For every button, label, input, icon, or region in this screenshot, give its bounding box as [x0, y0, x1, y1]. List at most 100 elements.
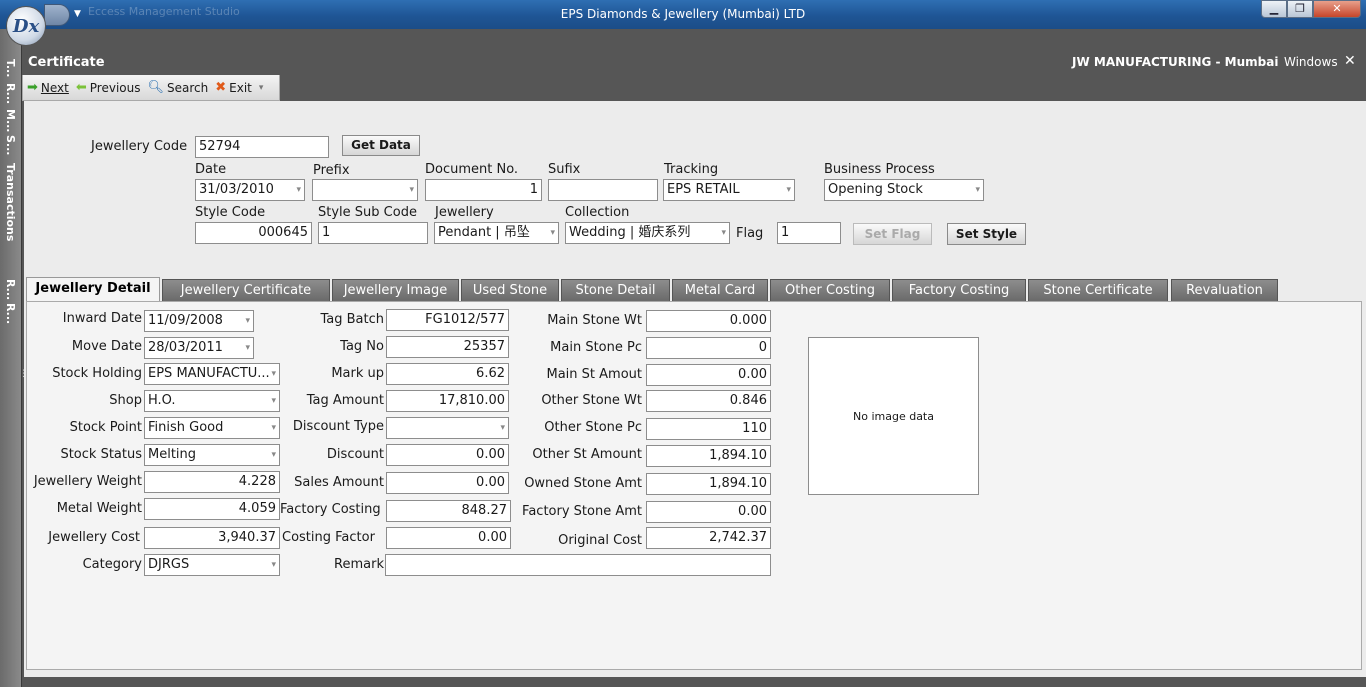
- detail-tabs: Jewellery Detail Jewellery Certificate J…: [26, 277, 1362, 301]
- style-sub-code-input[interactable]: 1: [318, 222, 428, 244]
- tab-used-stone[interactable]: Used Stone: [461, 279, 559, 301]
- quick-access-button[interactable]: [44, 4, 70, 26]
- set-flag-button[interactable]: Set Flag: [853, 223, 932, 245]
- business-process-select[interactable]: Opening Stock: [824, 179, 984, 201]
- costing-factor-label: Costing Factor: [282, 530, 375, 545]
- close-form-icon[interactable]: ✕: [1344, 53, 1356, 69]
- stock-holding-select[interactable]: EPS MANUFACTU...: [144, 363, 280, 385]
- sufix-input[interactable]: [548, 179, 658, 201]
- other-stone-pc-input[interactable]: 110: [646, 418, 771, 440]
- other-stone-pc-label: Other Stone Pc: [544, 420, 642, 435]
- exit-button[interactable]: ✖ Exit: [215, 81, 252, 95]
- exit-x-icon: ✖: [215, 80, 227, 95]
- main-stone-wt-label: Main Stone Wt: [547, 313, 642, 328]
- shop-select[interactable]: H.O.: [144, 390, 280, 412]
- stock-status-select[interactable]: Melting: [144, 444, 280, 466]
- collection-select[interactable]: Wedding | 婚庆系列: [565, 222, 730, 244]
- windows-menu[interactable]: Windows: [1284, 55, 1338, 69]
- sidebar-item-r[interactable]: R...: [4, 83, 17, 104]
- image-placeholder-text: No image data: [853, 409, 934, 423]
- document-no-label: Document No.: [425, 162, 519, 177]
- other-stone-wt-input[interactable]: 0.846: [646, 390, 771, 412]
- sidebar-item-s[interactable]: S...: [4, 135, 17, 155]
- exit-label: Exit: [229, 80, 252, 95]
- jewellery-image-preview[interactable]: No image data: [808, 337, 979, 495]
- jewellery-cost-input[interactable]: 3,940.37: [144, 527, 280, 549]
- style-code-input[interactable]: 000645: [195, 222, 312, 244]
- sales-amount-input[interactable]: 0.00: [386, 472, 509, 494]
- tab-other-costing[interactable]: Other Costing: [770, 279, 890, 301]
- jewellery-weight-label: Jewellery Weight: [33, 474, 142, 489]
- tracking-select[interactable]: EPS RETAIL: [663, 179, 795, 201]
- document-no-input[interactable]: 1: [425, 179, 542, 201]
- maximize-button[interactable]: ❐: [1287, 0, 1313, 18]
- category-select[interactable]: DJRGS: [144, 554, 280, 576]
- flag-input[interactable]: 1: [777, 222, 841, 244]
- date-picker[interactable]: 31/03/2010: [195, 179, 305, 201]
- tab-stone-detail[interactable]: Stone Detail: [561, 279, 670, 301]
- tab-stone-certificate[interactable]: Stone Certificate: [1028, 279, 1168, 301]
- tab-jewellery-image[interactable]: Jewellery Image: [332, 279, 459, 301]
- minimize-button[interactable]: ▁: [1261, 0, 1287, 18]
- next-button[interactable]: ➡ Next: [27, 81, 69, 95]
- set-style-button[interactable]: Set Style: [947, 223, 1026, 245]
- toolbar-overflow-icon[interactable]: ▾: [259, 83, 264, 93]
- flag-label: Flag: [736, 226, 764, 241]
- app-logo-text: Dx: [12, 15, 40, 37]
- previous-button[interactable]: ⬅ Previous: [76, 81, 141, 95]
- stock-point-label: Stock Point: [69, 420, 142, 435]
- original-cost-label: Original Cost: [558, 533, 642, 548]
- discount-input[interactable]: 0.00: [386, 444, 509, 466]
- discount-type-select[interactable]: [386, 417, 509, 439]
- main-stone-wt-input[interactable]: 0.000: [646, 310, 771, 332]
- jewellery-cost-label: Jewellery Cost: [48, 530, 140, 545]
- sales-amount-label: Sales Amount: [294, 475, 384, 490]
- sidebar-item-r3[interactable]: R...: [4, 303, 17, 324]
- mark-up-input[interactable]: 6.62: [386, 363, 509, 385]
- stock-point-select[interactable]: Finish Good: [144, 417, 280, 439]
- get-data-button[interactable]: Get Data: [342, 135, 420, 156]
- factory-costing-input[interactable]: 848.27: [386, 500, 511, 522]
- tag-batch-input[interactable]: FG1012/577: [386, 309, 509, 331]
- quick-access-title: Eccess Management Studio: [88, 5, 240, 18]
- close-window-button[interactable]: ✕: [1313, 0, 1361, 18]
- tag-batch-label: Tag Batch: [320, 312, 384, 327]
- remark-label: Remark: [334, 557, 384, 572]
- costing-factor-input[interactable]: 0.00: [386, 527, 511, 549]
- app-logo[interactable]: Dx: [6, 6, 46, 46]
- main-st-amount-input[interactable]: 0.00: [646, 364, 771, 386]
- tab-revaluation[interactable]: Revaluation: [1171, 279, 1278, 301]
- quick-access-dropdown-icon[interactable]: ▼: [74, 9, 81, 19]
- bottom-bar: [22, 677, 1366, 687]
- sidebar-item-transactions[interactable]: Transactions: [4, 163, 17, 241]
- tab-jewellery-detail[interactable]: Jewellery Detail: [26, 277, 160, 301]
- tag-amount-input[interactable]: 17,810.00: [386, 390, 509, 412]
- toolbar: ➡ Next ⬅ Previous 🔍︎ Search ✖ Exit ▾: [22, 75, 280, 101]
- owned-stone-amt-input[interactable]: 1,894.10: [646, 473, 771, 495]
- inward-date-picker[interactable]: 11/09/2008: [144, 310, 254, 332]
- remark-input[interactable]: [385, 554, 771, 576]
- jewellery-code-input[interactable]: 52794: [195, 136, 329, 158]
- tab-jewellery-certificate[interactable]: Jewellery Certificate: [162, 279, 330, 301]
- original-cost-input[interactable]: 2,742.37: [646, 527, 771, 549]
- tag-no-input[interactable]: 25357: [386, 336, 509, 358]
- jewellery-type-select[interactable]: Pendant | 吊坠: [434, 222, 559, 244]
- factory-stone-amt-input[interactable]: 0.00: [646, 501, 771, 523]
- prefix-select[interactable]: [312, 179, 418, 201]
- category-label: Category: [82, 557, 142, 572]
- jewellery-weight-input[interactable]: 4.228: [144, 471, 280, 493]
- move-date-picker[interactable]: 28/03/2011: [144, 337, 254, 359]
- sidebar-item-t[interactable]: T...: [4, 59, 17, 77]
- metal-weight-label: Metal Weight: [56, 501, 142, 516]
- search-button[interactable]: 🔍︎ Search: [148, 81, 209, 95]
- tab-metal-card[interactable]: Metal Card: [672, 279, 768, 301]
- metal-weight-input[interactable]: 4.059: [144, 498, 280, 520]
- owned-stone-amt-label: Owned Stone Amt: [524, 476, 642, 491]
- main-stone-pc-input[interactable]: 0: [646, 337, 771, 359]
- other-st-amount-input[interactable]: 1,894.10: [646, 445, 771, 467]
- main-st-amount-label: Main St Amout: [546, 367, 643, 382]
- sidebar-item-r2[interactable]: R...: [4, 279, 17, 300]
- tab-factory-costing[interactable]: Factory Costing: [892, 279, 1026, 301]
- sidebar-item-m[interactable]: M...: [4, 109, 17, 132]
- factory-stone-amt-label: Factory Stone Amt: [522, 504, 642, 519]
